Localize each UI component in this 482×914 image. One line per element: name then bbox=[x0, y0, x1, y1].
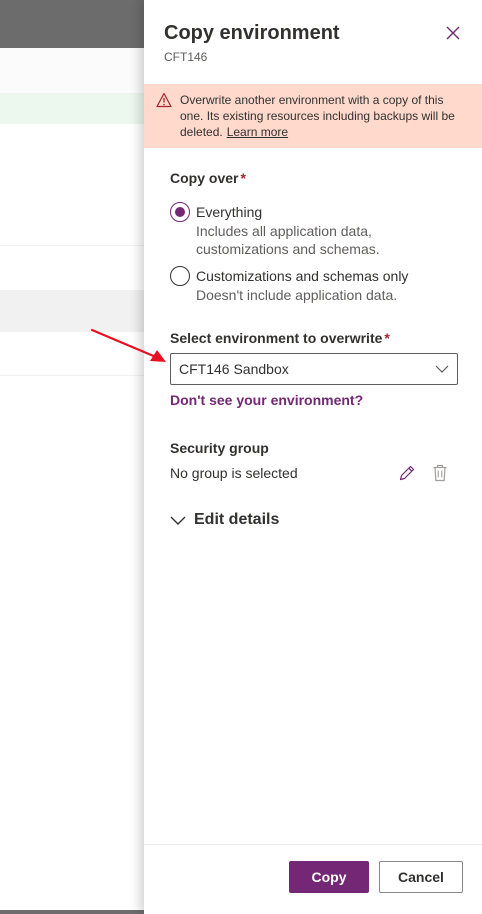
footer-divider bbox=[144, 844, 482, 845]
dont-see-environment-link[interactable]: Don't see your environment? bbox=[170, 392, 363, 408]
warning-message-bar: Overwrite another environment with a cop… bbox=[144, 84, 482, 148]
radio-option-customizations[interactable]: Customizations and schemas only Doesn't … bbox=[170, 266, 408, 304]
radio-text: Everything Includes all application data… bbox=[196, 202, 396, 258]
copy-button[interactable]: Copy bbox=[289, 861, 369, 893]
close-icon bbox=[446, 26, 460, 40]
edit-security-group-button[interactable] bbox=[397, 463, 417, 483]
security-group-value: No group is selected bbox=[170, 465, 298, 481]
edit-details-label: Edit details bbox=[194, 511, 280, 528]
copy-over-label: Copy over * bbox=[170, 170, 246, 186]
radio-description: Doesn't include application data. bbox=[196, 287, 398, 303]
radio-selected-dot bbox=[175, 207, 185, 217]
trash-icon bbox=[433, 464, 447, 482]
copy-environment-panel: Copy environment CFT146 Overwrite anothe… bbox=[144, 0, 482, 914]
target-environment-label: Select environment to overwrite * bbox=[170, 330, 390, 346]
panel-title: Copy environment bbox=[164, 22, 340, 44]
warning-text: Overwrite another environment with a cop… bbox=[180, 93, 455, 139]
pencil-icon bbox=[399, 465, 415, 481]
target-environment-dropdown[interactable]: CFT146 Sandbox bbox=[170, 353, 458, 385]
radio-customizations[interactable] bbox=[170, 266, 190, 286]
radio-option-everything[interactable]: Everything Includes all application data… bbox=[170, 202, 396, 258]
required-mark: * bbox=[384, 330, 390, 346]
delete-security-group-button[interactable] bbox=[430, 463, 450, 483]
radio-text: Customizations and schemas only Doesn't … bbox=[196, 266, 408, 304]
panel-header: Copy environment CFT146 bbox=[164, 20, 462, 64]
radio-title: Customizations and schemas only bbox=[196, 268, 409, 284]
learn-more-link[interactable]: Learn more bbox=[227, 125, 288, 139]
screen: Copy environment CFT146 Overwrite anothe… bbox=[0, 0, 482, 914]
cancel-button[interactable]: Cancel bbox=[379, 861, 463, 893]
chevron-down-icon bbox=[435, 365, 449, 373]
radio-everything[interactable] bbox=[170, 202, 190, 222]
warning-icon bbox=[156, 92, 172, 108]
edit-details-expander[interactable]: Edit details bbox=[170, 511, 279, 529]
radio-description: Includes all application data, customiza… bbox=[196, 223, 380, 257]
required-mark: * bbox=[240, 170, 246, 186]
annotation-arrow bbox=[90, 328, 166, 362]
close-button[interactable] bbox=[442, 22, 464, 44]
copy-over-label-text: Copy over bbox=[170, 170, 239, 186]
target-environment-label-text: Select environment to overwrite bbox=[170, 330, 383, 346]
security-group-label: Security group bbox=[170, 440, 269, 456]
chevron-down-icon bbox=[170, 516, 186, 525]
panel-subtitle: CFT146 bbox=[164, 50, 208, 64]
dropdown-selected-value: CFT146 Sandbox bbox=[179, 361, 289, 377]
radio-title: Everything bbox=[196, 204, 263, 220]
